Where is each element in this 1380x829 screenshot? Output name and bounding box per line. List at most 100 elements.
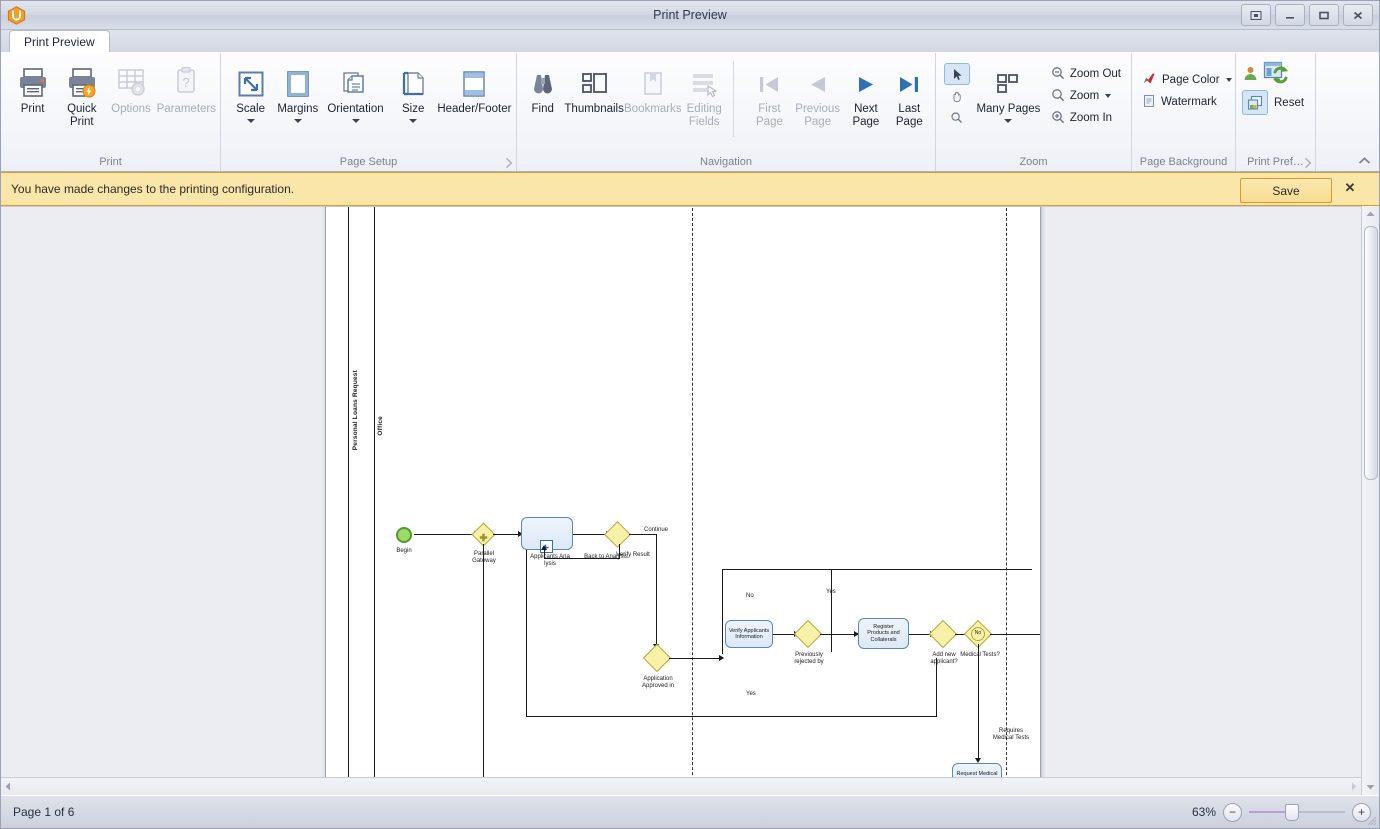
task-verify-applicants-information[interactable]: Verify Applicants Information [725, 620, 773, 648]
next-page-button[interactable]: Next Page [844, 59, 887, 128]
close-icon[interactable]: ✕ [1343, 180, 1357, 195]
zoom-in-label: Zoom In [1069, 112, 1113, 124]
exclusive-gateway-previously-rejected[interactable] [793, 619, 823, 649]
preview-canvas[interactable]: Personal Loans Request Office Begin Gate… [1, 206, 1361, 795]
many-pages-button[interactable]: Many Pages [974, 59, 1043, 123]
zoom-out-button[interactable]: Zoom Out [1045, 63, 1127, 85]
medical-tests-label: Medical Tests? [960, 652, 1000, 658]
editing-fields-button[interactable]: Editing Fields [682, 59, 727, 128]
close-button[interactable] [1343, 4, 1373, 26]
exclusive-gateway-add-new-applicant[interactable] [928, 619, 958, 649]
thumbnails-button[interactable]: Thumbnails [564, 59, 624, 116]
vertical-scroll-thumb[interactable] [1364, 226, 1378, 480]
zoom-slider[interactable] [1249, 803, 1345, 821]
ribbon: Print Quick Print Options ? Parameters P… [1, 52, 1379, 172]
zoom-in-button[interactable]: Zoom In [1045, 107, 1127, 129]
ribbon-group-print-preferences: Reset Print Pref… [1236, 53, 1316, 171]
page-color-button[interactable]: Page Color [1136, 69, 1238, 91]
first-page-button[interactable]: First Page [748, 59, 791, 128]
zoom-out-label: Zoom Out [1069, 68, 1121, 80]
zoom-slider-thumb[interactable] [1285, 803, 1299, 821]
watermark-icon [1142, 94, 1156, 111]
last-page-icon [894, 63, 924, 99]
ribbon-filler [1316, 53, 1379, 171]
window-title: Print Preview [653, 8, 727, 22]
paper-size-icon [398, 63, 428, 99]
scale-dropdown-caret[interactable] [246, 118, 255, 123]
status-bar: Page 1 of 6 63% − + [1, 795, 1379, 828]
layers-icon[interactable] [1242, 90, 1268, 115]
tab-print-preview[interactable]: Print Preview [9, 30, 110, 53]
printer-icon [16, 63, 50, 99]
scroll-left-arrow-icon[interactable] [3, 781, 13, 795]
header-footer-button[interactable]: Header/Footer [437, 59, 512, 116]
notification-bar: You have made changes to the printing co… [1, 172, 1379, 206]
size-button[interactable]: Size [390, 59, 437, 123]
orientation-dropdown-caret[interactable] [351, 118, 360, 123]
no-branch-label: No [746, 593, 754, 599]
scale-button[interactable]: Scale [227, 59, 274, 123]
cursor-arrow-icon[interactable] [944, 63, 970, 85]
scroll-right-arrow-icon[interactable] [1349, 781, 1359, 795]
ribbon-tab-strip: Print Preview [1, 30, 1379, 53]
find-button[interactable]: Find [521, 59, 564, 116]
preview-horizontal-scrollbar[interactable] [1, 777, 1361, 795]
zoom-button[interactable]: Zoom [1045, 85, 1127, 107]
exclusive-gateway-verify-result[interactable] [604, 521, 631, 548]
orientation-button[interactable]: Orientation [321, 59, 389, 123]
reset-button-label[interactable]: Reset [1274, 97, 1304, 109]
margins-button[interactable]: Margins [274, 59, 321, 123]
page-color-icon [1142, 71, 1157, 89]
previous-page-button[interactable]: Previous Page [791, 59, 844, 128]
first-page-icon [754, 63, 784, 99]
margins-dropdown-caret[interactable] [293, 118, 302, 123]
user-profile-icon[interactable] [1242, 65, 1259, 85]
parameters-button[interactable]: ? Parameters [157, 59, 216, 116]
start-event-begin[interactable] [396, 527, 412, 543]
task-register-products-collaterals[interactable]: Register Products and Collaterals [858, 618, 909, 649]
resize-grip-icon[interactable] [1365, 814, 1377, 826]
zoom-dropdown-caret[interactable] [1105, 94, 1112, 98]
watermark-label: Watermark [1161, 96, 1217, 108]
options-button-label: Options [111, 103, 151, 115]
maximize-button[interactable] [1309, 4, 1339, 26]
editing-fields-icon [689, 63, 719, 99]
watermark-button[interactable]: Watermark [1136, 91, 1238, 113]
scroll-up-arrow-icon[interactable] [1362, 206, 1379, 222]
application-approved-label-line1: Application [643, 676, 673, 682]
zoom-icon [1051, 88, 1065, 105]
hand-icon[interactable] [944, 86, 968, 106]
quick-print-button[interactable]: Quick Print [58, 59, 105, 128]
size-dropdown-caret[interactable] [409, 118, 418, 123]
last-page-button[interactable]: Last Page [888, 59, 931, 128]
many-pages-dropdown-caret[interactable] [1004, 118, 1013, 123]
zoom-out-stepper[interactable]: − [1223, 802, 1242, 822]
preview-vertical-scrollbar[interactable] [1361, 206, 1379, 795]
continue-flow-label: Continue [644, 527, 669, 533]
ribbon-group-zoom: Many Pages Zoom Out Zoom Zoom In Zoom [936, 53, 1132, 171]
restore-down-button[interactable] [1241, 4, 1271, 26]
binoculars-icon [528, 63, 558, 99]
print-button[interactable]: Print [9, 59, 56, 116]
options-button[interactable]: Options [107, 59, 154, 116]
ribbon-collapse-icon[interactable] [1357, 155, 1371, 167]
ribbon-group-navigation-caption: Navigation [700, 156, 752, 168]
page-setup-dialog-launcher[interactable] [501, 157, 513, 169]
bookmarks-button[interactable]: Bookmarks [624, 59, 682, 116]
next-page-icon [851, 63, 881, 99]
window-refresh-icon[interactable] [1263, 61, 1289, 88]
scroll-down-arrow-icon[interactable] [1362, 779, 1379, 795]
page-color-dropdown-caret[interactable] [1225, 78, 1232, 82]
medical-tests-inner-text: No [974, 630, 982, 636]
margins-icon [283, 63, 313, 99]
minimize-button[interactable] [1275, 4, 1305, 26]
exclusive-gateway-application-approved[interactable] [642, 643, 672, 673]
orientation-icon [341, 63, 371, 99]
lane-border-outer [348, 207, 349, 795]
options-grid-icon [114, 63, 148, 99]
many-pages-button-label: Many Pages [976, 103, 1041, 115]
magnifier-icon[interactable] [944, 107, 968, 127]
save-button[interactable]: Save [1240, 178, 1332, 203]
preview-page-1[interactable]: Personal Loans Request Office Begin Gate… [325, 207, 1041, 795]
requires-medical-tests-line2: Medical Tests [992, 735, 1030, 741]
